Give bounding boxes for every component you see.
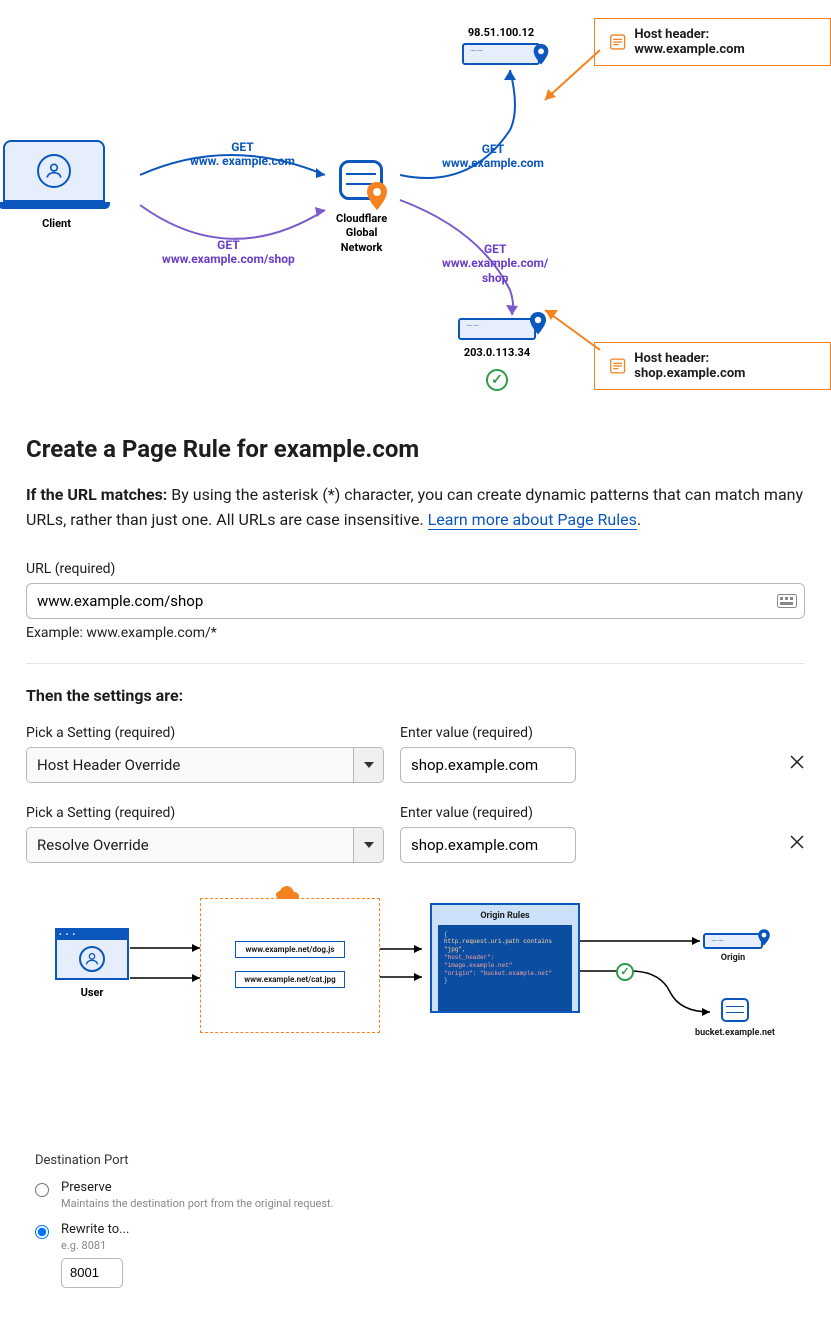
destination-port-heading: Destination Port: [35, 1153, 796, 1168]
port-input[interactable]: [61, 1258, 123, 1288]
radio-rewrite-row: Rewrite to... e.g. 8081: [35, 1222, 796, 1288]
callout-host-header-1: Host header: www.example.com: [594, 18, 831, 66]
document-icon: [609, 357, 626, 375]
check-icon: [486, 369, 508, 391]
callout1-pointer: [540, 45, 610, 115]
setting-label: Pick a Setting (required): [26, 725, 384, 741]
req3-label: GETwww.example.com: [442, 142, 544, 171]
user-icon: [44, 161, 64, 181]
setting-row-1: Pick a Setting (required) Host Header Ov…: [26, 725, 805, 783]
origin-node: Origin: [703, 933, 763, 963]
location-pin-icon: [757, 929, 771, 947]
rewrite-label: Rewrite to...: [61, 1222, 129, 1237]
callout-host-header-2: Host header: shop.example.com: [594, 342, 831, 390]
diagram-origin-rules: • • • User www.example.net/dog.js www.ex…: [0, 893, 831, 1093]
location-pin-icon: [365, 182, 389, 212]
document-icon: [609, 33, 626, 51]
remove-setting-button[interactable]: [789, 754, 805, 783]
client-label: Client: [3, 217, 110, 230]
setting-row-2: Pick a Setting (required) Resolve Overri…: [26, 805, 805, 863]
user-node: • • • User: [55, 928, 129, 999]
input-icon: [777, 594, 797, 608]
chevron-down-icon: [353, 828, 383, 862]
check-badge: ✓: [616, 963, 634, 981]
cloud-icon: [275, 885, 305, 903]
chevron-down-icon: [353, 748, 383, 782]
rewrite-desc: e.g. 8081: [61, 1239, 129, 1252]
radio-preserve[interactable]: [35, 1183, 49, 1197]
cloudflare-box: www.example.net/dog.js www.example.net/c…: [200, 898, 380, 1033]
value-label: Enter value (required): [400, 725, 576, 741]
preserve-label: Preserve: [61, 1180, 334, 1195]
remove-setting-button[interactable]: [789, 834, 805, 863]
close-icon: [789, 754, 805, 770]
radio-rewrite[interactable]: [35, 1225, 49, 1239]
intro-text: If the URL matches: By using the asteris…: [26, 483, 805, 533]
setting-label: Pick a Setting (required): [26, 805, 384, 821]
setting-select-1[interactable]: Host Header Override: [26, 747, 384, 783]
url-input[interactable]: [26, 583, 805, 619]
url-hint: Example: www.example.com/*: [26, 625, 805, 641]
learn-more-link[interactable]: Learn more about Page Rules: [428, 510, 637, 530]
arrows-user-cf: [130, 938, 210, 988]
diagram-routing: Client GETwww. example.com GETwww.exampl…: [0, 0, 831, 405]
req1-label: GETwww. example.com: [190, 140, 295, 169]
value-input-2[interactable]: [400, 827, 576, 863]
req4-label: GETwww.example.com/shop: [442, 242, 548, 285]
server2-node: 203.0.113.34: [458, 318, 536, 391]
value-label: Enter value (required): [400, 805, 576, 821]
preserve-desc: Maintains the destination port from the …: [61, 1197, 334, 1210]
value-input-1[interactable]: [400, 747, 576, 783]
user-icon: [84, 951, 100, 967]
divider: [26, 663, 805, 664]
url-label: URL (required): [26, 561, 805, 577]
req2-label: GETwww.example.com/shop: [162, 238, 295, 267]
radio-preserve-row: Preserve Maintains the destination port …: [35, 1180, 796, 1210]
setting-select-2[interactable]: Resolve Override: [26, 827, 384, 863]
bucket-node: bucket.example.net: [695, 998, 775, 1038]
origin-rules-box: Origin Rules { http.request.uri.path con…: [430, 903, 580, 1013]
then-settings-heading: Then the settings are:: [26, 686, 805, 705]
callout2-pointer: [540, 300, 610, 360]
server1-node: 98.51.100.12: [462, 26, 540, 65]
client-node: Client: [3, 140, 110, 230]
close-icon: [789, 834, 805, 850]
page-title: Create a Page Rule for example.com: [26, 435, 805, 463]
cloudflare-node: CloudflareGlobalNetwork: [336, 160, 387, 255]
